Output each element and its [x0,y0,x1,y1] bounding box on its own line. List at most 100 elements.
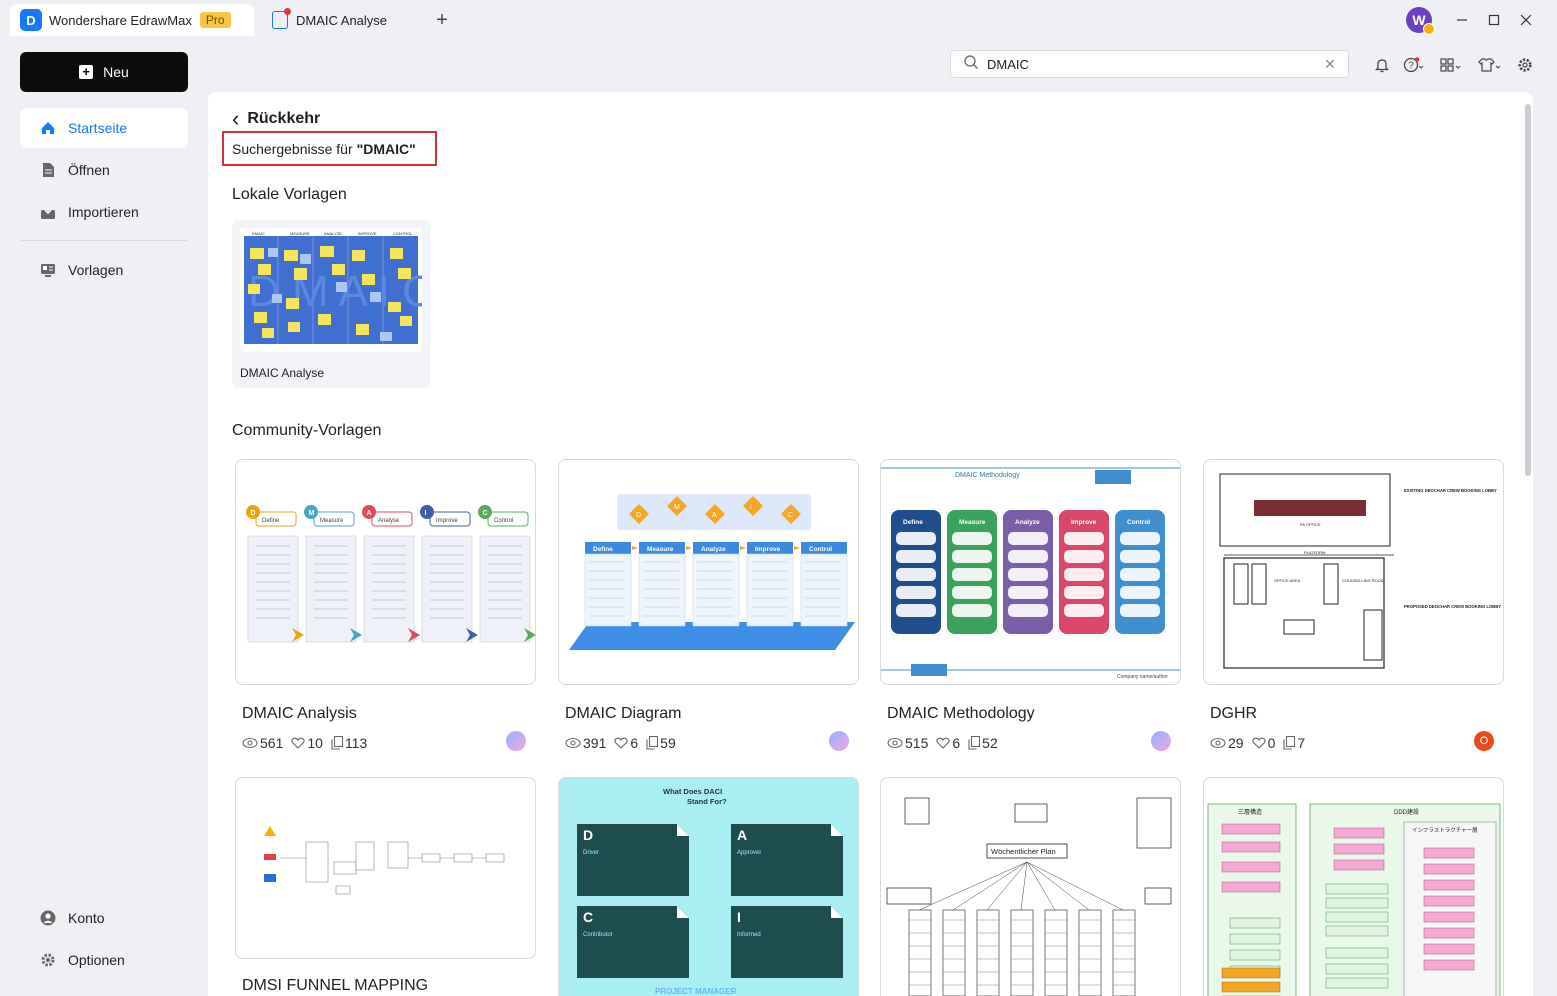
tab-home[interactable]: D Wondershare EdrawMax Pro [10,4,254,36]
template-title: DGHR [1210,705,1258,722]
sidebar-item-label: Startseite [68,120,128,136]
template-stats: 391 6 59 [565,735,859,751]
sidebar-item-startseite[interactable]: Startseite [20,108,188,148]
template-thumbnail: 三層構造 DDD建設 インフラストラクチャー層 [1203,777,1504,996]
likes-count: 6 [630,735,639,751]
author-avatar[interactable] [1151,731,1171,751]
svg-text:PA OFFICE: PA OFFICE [1300,522,1321,527]
svg-text:IMPROVE: IMPROVE [358,231,377,236]
new-tab-button[interactable]: + [430,8,454,32]
template-title: DMAIC Diagram [565,705,682,722]
search-input[interactable] [987,56,1318,72]
maximize-button[interactable] [1482,8,1506,32]
sidebar-item-label: Öffnen [68,162,110,178]
svg-text:Approver: Approver [737,850,761,856]
minimize-button[interactable] [1450,8,1474,32]
template-title: DMAIC Methodology [887,705,1035,722]
local-template-card[interactable]: DMAIC MEASURE ANALYZE IMPROVE CONTROL D … [232,220,430,388]
svg-text:DMAIC Methodology: DMAIC Methodology [955,472,1020,479]
user-avatar[interactable]: W [1406,7,1435,35]
template-card-dmaic-diagram[interactable]: D M A I C Define Measure Analyze Improve Control … [558,459,859,751]
svg-text:PLATFORM: PLATFORM [1304,550,1325,555]
views-stat: 391 [565,735,606,751]
svg-text:Measure: Measure [647,546,674,553]
svg-text:インフラストラクチャー層: インフラストラクチャー層 [1412,827,1478,834]
svg-text:D: D [636,512,641,519]
sidebar-item-optionen[interactable]: Optionen [20,940,188,980]
apps-grid-icon[interactable] [1440,54,1462,76]
templates-icon [40,262,56,278]
minimize-icon [1457,19,1467,21]
eye-icon [887,737,903,749]
views-count: 561 [260,735,284,751]
svg-text:PROJECT MANAGER: PROJECT MANAGER [655,987,737,996]
likes-count: 6 [952,735,961,751]
template-card-dmsi-funnel-mapping[interactable]: DMSI FUNNEL MAPPING [235,777,536,995]
svg-text:Define: Define [903,519,923,526]
template-card-ddd[interactable]: 三層構造 DDD建設 インフラストラクチャー層 [1203,777,1504,996]
account-icon [40,910,56,926]
template-card-dghr[interactable]: PA OFFICE EXISTING DEOCHAR CREW BOOKING L… [1203,459,1504,751]
template-title: DMSI FUNNEL MAPPING [242,977,429,994]
svg-text:Define: Define [593,546,613,553]
template-card-weekly-plan[interactable]: Wöchentlicher Plan [880,777,1181,996]
settings-gear-icon[interactable] [1514,54,1536,76]
svg-text:Define: Define [262,518,280,524]
local-templates-title: Lokale Vorlagen [232,186,347,203]
sidebar-item-oeffnen[interactable]: Öffnen [20,150,188,190]
svg-text:M: M [309,510,315,517]
notification-bell-icon[interactable] [1371,54,1393,76]
svg-text:I: I [750,504,752,511]
help-icon[interactable]: ? [1403,54,1425,76]
close-window-button[interactable] [1514,8,1538,32]
search-bar: ✕ [950,50,1349,78]
heart-icon [936,737,950,749]
views-stat: 561 [242,735,283,751]
svg-text:CONTROL: CONTROL [393,231,413,236]
shirt-theme-icon[interactable] [1478,54,1500,76]
svg-text:三層構造: 三層構造 [1238,808,1262,816]
sidebar-item-label: Optionen [68,952,125,968]
heart-icon [291,737,305,749]
svg-text:M: M [674,504,680,511]
template-card-dmaic-analysis[interactable]: Define D Measure M Analyse A Improve I Control C … [235,459,536,751]
sidebar-item-vorlagen[interactable]: Vorlagen [20,250,188,290]
eye-icon [242,737,258,749]
svg-text:Measure: Measure [959,519,986,526]
copies-stat: 113 [331,735,367,751]
copies-count: 59 [660,735,676,751]
new-button[interactable]: + Neu [20,52,188,92]
svg-text:Improve: Improve [436,518,458,524]
back-button[interactable]: ‹ Rückkehr [232,106,320,132]
template-thumbnail: Define D Measure M Analyse A Improve I Control C [235,459,536,685]
copy-icon [1283,736,1296,750]
likes-stat: 0 [1251,735,1276,751]
scrollbar-thumb[interactable] [1525,104,1531,476]
sidebar-item-importieren[interactable]: Importieren [20,192,188,232]
svg-text:DMAIC: DMAIC [252,231,265,236]
search-results-heading: Suchergebnisse für "DMAIC" [222,131,437,166]
svg-text:I: I [425,510,427,517]
tab-document[interactable]: DMAIC Analyse [262,4,422,36]
svg-text:Contributor: Contributor [583,932,613,938]
clear-search-icon[interactable]: ✕ [1318,56,1342,73]
copies-count: 7 [1297,735,1306,751]
gear-icon [40,952,56,968]
copies-stat: 7 [1283,735,1305,751]
author-avatar[interactable] [506,731,526,751]
svg-text:Wöchentlicher Plan: Wöchentlicher Plan [991,847,1056,856]
views-stat: 29 [1210,735,1244,751]
author-avatar[interactable] [829,731,849,751]
svg-text:C: C [483,510,488,517]
views-count: 29 [1228,735,1244,751]
sidebar-item-label: Vorlagen [68,262,124,278]
template-card-dmaic-methodology[interactable]: DMAIC Methodology Company name/author Defi… [880,459,1181,751]
document-icon [272,8,291,29]
local-template-title: DMAIC Analyse [240,366,325,380]
sidebar-item-konto[interactable]: Konto [20,898,188,938]
author-avatar[interactable]: O [1474,731,1494,751]
likes-count: 0 [1267,735,1276,751]
svg-text:Analyze: Analyze [701,546,726,553]
svg-text:A: A [712,512,717,519]
template-card-daci[interactable]: What Does DACI Stand For? D Driver A Approver… [558,777,859,996]
